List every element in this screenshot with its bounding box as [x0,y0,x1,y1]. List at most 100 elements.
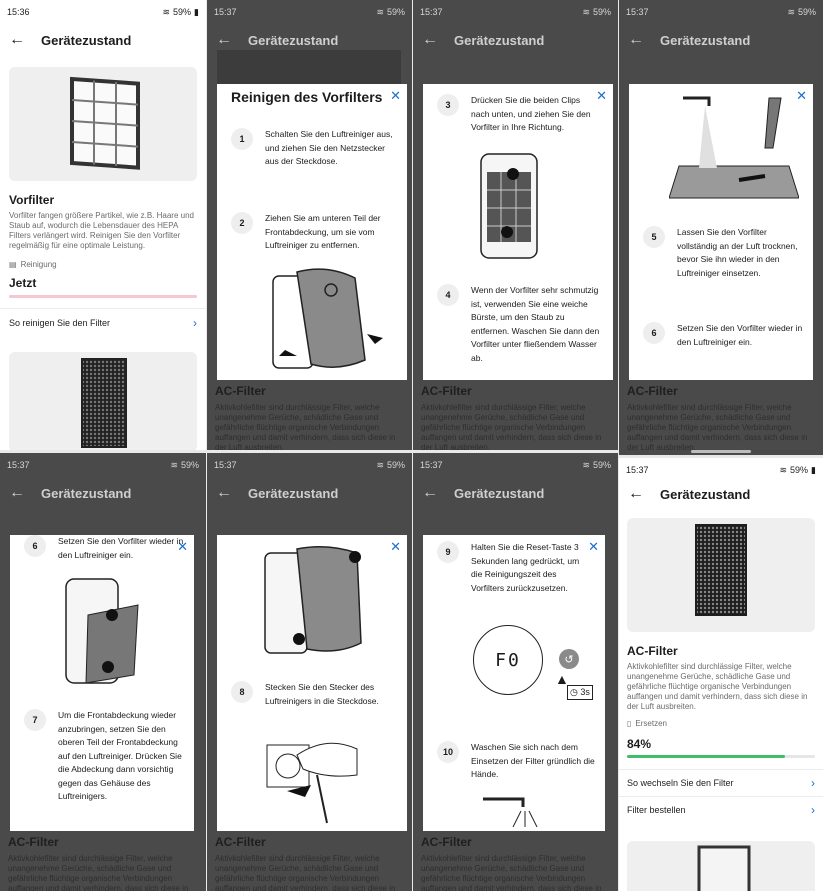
wifi-icon: ≋ [779,464,788,475]
reinsert-filter-illustration [65,578,139,684]
status-bar: 15:36 ≋ 59% ▮ [0,0,206,24]
wifi-icon: ≋ [582,459,590,470]
battery-level: 59% [180,460,199,470]
screen-clean-step-8: 15:37 ≋ 59% ← Gerätezustand ✕ 8 Stecken Sie … [207,453,412,891]
chevron-right-icon: › [193,315,197,330]
back-arrow-icon[interactable]: ← [422,31,446,49]
back-arrow-icon[interactable]: ← [628,31,652,49]
cleaning-instructions-modal: ✕ 5 Lassen Sie den Vorfilter vollständig … [629,84,813,380]
hepa-filter-image [627,841,815,891]
screen-vorfilter: 15:36 ≋ 59% ▮ ← Gerätezustand Vorfilter Vo… [0,0,206,450]
battery-icon: ▮ [811,464,816,475]
wifi-icon: ≋ [582,6,590,17]
sheet-grabber[interactable] [691,450,751,453]
how-to-clean-link[interactable]: So reinigen Sie den Filter › [0,308,206,336]
cleaning-instructions-modal: Reinigen des Vorfilters ✕ 1 Schalten Sie … [217,84,407,380]
step-1: 1 Schalten Sie den Luftreiniger aus, und … [231,128,401,169]
close-icon[interactable]: ✕ [390,539,401,555]
back-arrow-icon[interactable]: ← [422,484,446,502]
step-number: 5 [643,226,665,248]
cleaning-icon: ▤ [9,260,17,269]
status-label: ▯ Ersetzen [627,719,667,728]
bg-section-title: AC-Filter [8,835,59,849]
prefilter-grid-icon [70,76,140,170]
page-title: Gerätezustand [41,485,132,501]
battery-level: 59% [386,460,405,470]
wifi-icon: ≋ [787,6,795,17]
step-number: 6 [24,535,46,557]
filter-description: Aktivkohlefilter sind durchlässige Filte… [627,662,808,711]
order-filter-link[interactable]: Filter bestellen › [619,796,823,823]
battery-level: 59% [173,7,192,17]
link-label: Filter bestellen [627,805,686,815]
bg-section-desc: Aktivkohlefilter sind durchlässige Filte… [215,854,396,891]
step-text: Drücken Sie die beiden Clips nach unten,… [471,95,591,132]
close-icon[interactable]: ✕ [596,88,607,104]
back-arrow-icon[interactable]: ← [216,31,240,49]
step-text: Waschen Sie sich nach dem Einsetzen der … [471,742,595,779]
bg-section-title: AC-Filter [421,384,472,398]
cleaning-instructions-modal: ✕ 6 Setzen Sie den Vorfilter wieder in de… [10,535,194,831]
status-value: 84% [627,737,652,751]
battery-icon: ▮ [194,6,199,17]
filter-title: Vorfilter [9,193,55,207]
screen-clean-step-1-2: 15:37 ≋ 59% ← Gerätezustand Reinigen des Vo… [207,0,412,450]
back-arrow-icon[interactable]: ← [9,484,33,502]
status-label-text: Reinigung [20,260,57,269]
close-icon[interactable]: ✕ [390,88,401,104]
step-number: 10 [437,741,459,763]
step-number: 2 [231,212,253,234]
link-label: So reinigen Sie den Filter [9,317,111,328]
wifi-icon: ≋ [170,459,178,470]
step-number: 7 [24,709,46,731]
step-number: 3 [437,94,459,116]
back-arrow-icon[interactable]: ← [628,485,652,503]
bg-section-desc: Aktivkohlefilter sind durchlässige Filte… [421,403,602,450]
page-title: Gerätezustand [248,32,339,48]
washing-illustration [669,96,799,199]
step-number: 9 [437,541,459,563]
timer-icon: ◷ [570,687,578,697]
step-number: 4 [437,284,459,306]
modal-title: Reinigen des Vorfilters [231,89,383,105]
clips-illustration [480,153,538,259]
status-time: 15:37 [626,465,649,475]
handwash-illustration [483,797,538,828]
close-icon[interactable]: ✕ [588,539,599,555]
status-time: 15:37 [7,460,30,470]
device-display: F0 [473,625,543,695]
battery-level: 59% [386,7,405,17]
reset-button-icon: ↺ [559,649,579,669]
status-label-text: Ersetzen [635,719,667,728]
ac-filter-image [9,352,197,450]
page-title: Gerätezustand [454,32,545,48]
back-arrow-icon[interactable]: ← [216,484,240,502]
ac-filter-icon [81,358,127,448]
bg-section-desc: Aktivkohlefilter sind durchlässige Filte… [421,854,602,891]
step-text: Setzen Sie den Vorfilter wieder in den L… [58,536,184,560]
vorfilter-image [9,67,197,181]
bg-section-title: AC-Filter [215,835,266,849]
battery-level: 59% [797,7,816,17]
screen-clean-step-6-7: 15:37 ≋ 59% ← Gerätezustand ✕ 6 Setzen Sie d… [0,453,206,891]
how-to-replace-link[interactable]: So wechseln Sie den Filter › [619,769,823,796]
link-label: So wechseln Sie den Filter [627,778,734,788]
ac-filter-icon [695,524,747,616]
step-9: 9 Halten Sie die Reset-Taste 3 Sekunden l… [437,541,587,595]
screen-clean-step-9-10: 15:37 ≋ 59% ← Gerätezustand ✕ 9 Halten Sie d… [413,453,618,891]
status-time: 15:37 [214,7,237,17]
wifi-icon: ≋ [162,6,171,17]
wifi-icon: ≋ [376,6,384,17]
bg-section-title: AC-Filter [215,384,266,398]
chevron-right-icon: › [811,776,815,790]
step-number: 8 [231,681,253,703]
page-title: Gerätezustand [248,485,339,501]
chevron-right-icon: › [811,803,815,817]
page-title: Gerätezustand [454,485,545,501]
step-text: Ziehen Sie am unteren Teil der Frontabde… [265,213,381,250]
step-8: 8 Stecken Sie den Stecker des Luftreinige… [231,681,397,708]
back-arrow-icon[interactable]: ← [9,31,33,49]
remove-cover-illustration [272,268,383,369]
cleaning-instructions-modal: ✕ 8 Stecken Sie den Stecker des Luftreini… [217,535,407,831]
ac-filter-image [627,518,815,632]
